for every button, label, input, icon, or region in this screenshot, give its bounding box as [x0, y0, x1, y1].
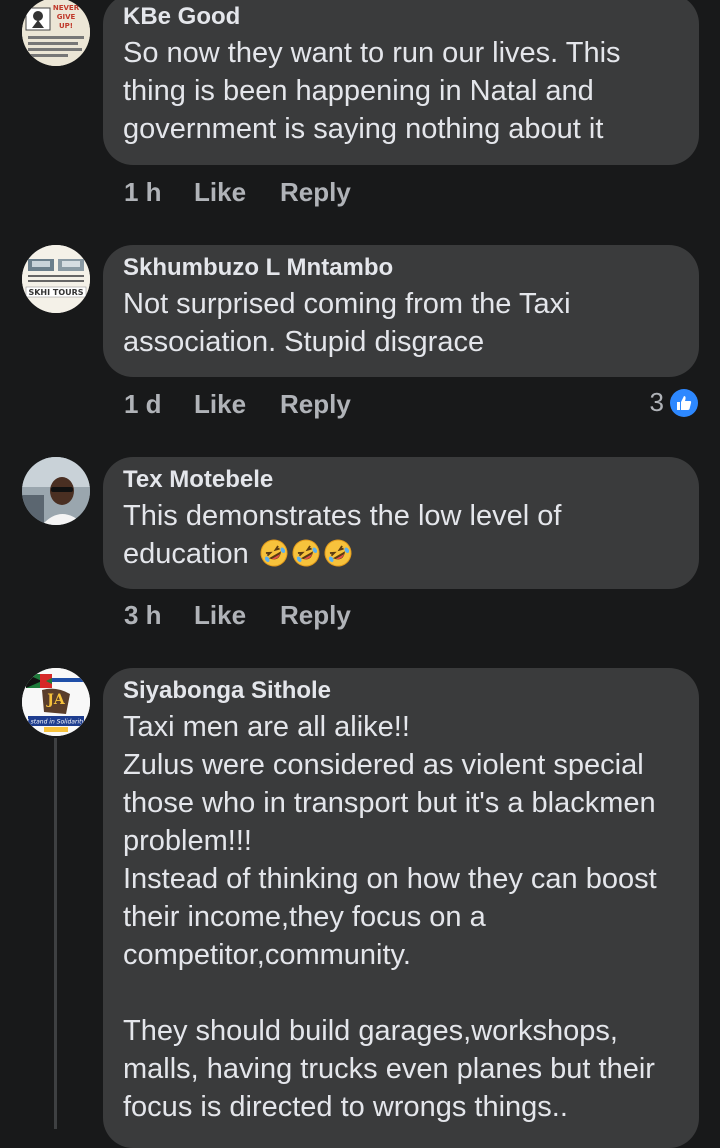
svg-text:JA: JA [45, 692, 66, 708]
avatar-image: JA I stand in Solidarity [22, 668, 90, 736]
thumbs-up-icon [670, 388, 698, 417]
rolling-on-floor-laughing-icon [324, 539, 352, 567]
comment-text: Taxi men are all alike!! Zulus were cons… [123, 711, 657, 1123]
rolling-on-floor-laughing-icon [292, 539, 320, 567]
avatar[interactable]: JA I stand in Solidarity [22, 668, 90, 736]
avatar[interactable]: SKHI TOURS [22, 245, 90, 313]
comment-author[interactable]: KBe Good [123, 0, 679, 34]
avatar[interactable]: NEVER GIVE UP! [22, 0, 90, 66]
svg-text:I stand in Solidarity: I stand in Solidarity [27, 719, 86, 726]
comment-bubble: Siyabonga Sithole Taxi men are all alike… [103, 668, 699, 1148]
comment-timestamp[interactable]: 3 h [124, 600, 194, 631]
like-button[interactable]: Like [194, 600, 280, 631]
comment-actions: 3 h Like Reply [124, 600, 351, 631]
comment-text: This demonstrates the low level of educa… [123, 497, 679, 573]
comment-author[interactable]: Tex Motebele [123, 463, 679, 497]
avatar-image [22, 457, 90, 525]
reply-button[interactable]: Reply [280, 389, 351, 420]
comment-timestamp[interactable]: 1 d [124, 389, 194, 420]
like-button[interactable]: Like [194, 177, 280, 208]
svg-text:UP!: UP! [59, 22, 73, 30]
like-button[interactable]: Like [194, 389, 280, 420]
comment-timestamp[interactable]: 1 h [124, 177, 194, 208]
svg-text:GIVE: GIVE [57, 13, 76, 21]
comment-author[interactable]: Siyabonga Sithole [123, 674, 679, 708]
comment-bubble: Skhumbuzo L Mntambo Not surprised coming… [103, 245, 699, 377]
reaction-count: 3 [649, 387, 664, 417]
avatar-image: SKHI TOURS [22, 245, 90, 313]
reply-button[interactable]: Reply [280, 600, 351, 631]
comment-actions: 1 h Like Reply [124, 177, 351, 208]
rolling-on-floor-laughing-icon [260, 539, 288, 567]
svg-text:NEVER: NEVER [53, 4, 80, 12]
comment-bubble: Tex Motebele This demonstrates the low l… [103, 457, 699, 589]
avatar[interactable] [22, 457, 90, 525]
svg-text:SKHI TOURS: SKHI TOURS [28, 288, 83, 297]
comment-actions: 1 d Like Reply [124, 389, 351, 420]
emoji-group [257, 538, 353, 570]
comment-author[interactable]: Skhumbuzo L Mntambo [123, 251, 679, 285]
comment-text: So now they want to run our lives. This … [123, 37, 629, 145]
comment-bubble: KBe Good So now they want to run our liv… [103, 0, 699, 165]
avatar-image: NEVER GIVE UP! [22, 0, 90, 66]
reply-button[interactable]: Reply [280, 177, 351, 208]
reaction-summary[interactable]: 3 [650, 387, 698, 418]
reply-thread-line [54, 738, 57, 1129]
comment-text: Not surprised coming from the Taxi assoc… [123, 288, 579, 358]
